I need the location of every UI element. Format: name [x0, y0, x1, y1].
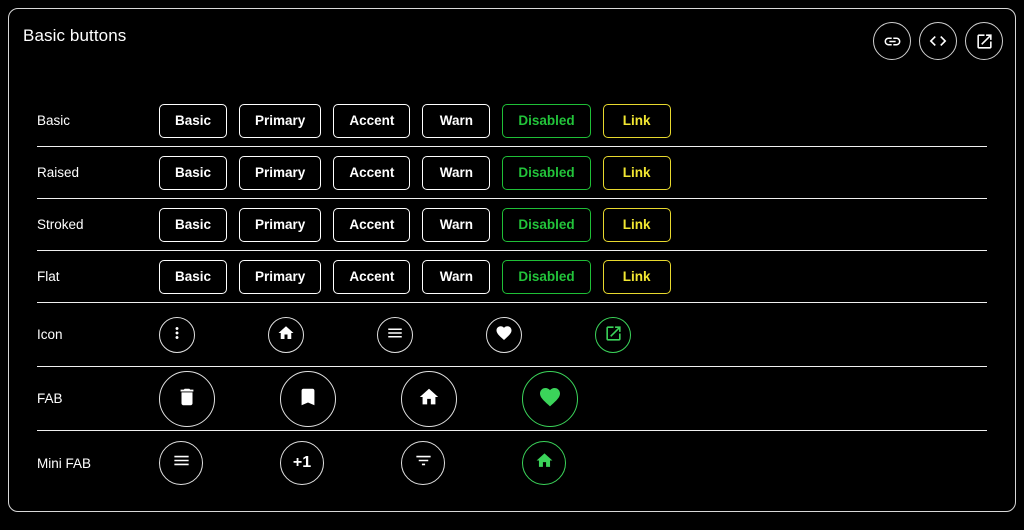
- menu-icon: [172, 451, 191, 475]
- icon-button-favorite[interactable]: [486, 316, 522, 353]
- stroked-button-disabled: Disabled: [502, 207, 591, 242]
- mini-fab-button-plus-one[interactable]: +1: [280, 441, 324, 485]
- open-in-new-icon: [604, 324, 623, 346]
- row-icon: Icon: [37, 303, 987, 367]
- bookmark-icon: [297, 386, 319, 411]
- basic-button-accent[interactable]: Accent: [333, 103, 411, 138]
- code-icon: [928, 31, 948, 51]
- flat-button-link[interactable]: Link: [602, 259, 671, 294]
- stroked-button-link[interactable]: Link: [602, 207, 671, 242]
- card-header: Basic buttons: [9, 9, 1015, 81]
- button-rows: Basic Basic Primary Accent Warn Disabled…: [9, 95, 1015, 495]
- favorite-icon: [495, 324, 513, 345]
- stroked-button-primary[interactable]: Primary: [239, 207, 322, 242]
- home-icon: [277, 324, 295, 345]
- flat-button-disabled: Disabled: [502, 259, 591, 294]
- row-stroked: Stroked Basic Primary Accent Warn Disabl…: [37, 199, 987, 251]
- icon-button-more-vert[interactable]: [159, 316, 195, 353]
- row-label-mini-fab: Mini FAB: [37, 455, 92, 471]
- fab-button-delete[interactable]: [159, 370, 215, 427]
- row-label-flat: Flat: [37, 269, 60, 284]
- fab-button-bookmark[interactable]: [280, 370, 336, 427]
- icon-slot: [486, 316, 595, 353]
- row-buttons-flat: Basic Primary Accent Warn Disabled Link: [159, 259, 987, 294]
- row-buttons-basic: Basic Primary Accent Warn Disabled Link: [159, 103, 987, 138]
- plus-one-icon: +1: [292, 454, 312, 471]
- row-label-basic: Basic: [37, 113, 71, 128]
- fab-slot: [401, 370, 522, 427]
- filter-list-icon: [414, 451, 433, 475]
- home-icon: [418, 386, 440, 411]
- flat-button-warn[interactable]: Warn: [422, 259, 491, 294]
- link-icon-button[interactable]: [873, 22, 911, 60]
- row-label-icon: Icon: [37, 327, 63, 342]
- raised-button-primary[interactable]: Primary: [239, 155, 322, 190]
- basic-button-primary[interactable]: Primary: [239, 103, 322, 138]
- row-raised: Raised Basic Primary Accent Warn Disable…: [37, 147, 987, 199]
- row-buttons-mini-fab: +1: [159, 441, 987, 485]
- basic-button-basic[interactable]: Basic: [159, 103, 228, 138]
- favorite-icon: [538, 385, 562, 412]
- mini-fab-button-menu[interactable]: [159, 441, 203, 485]
- raised-button-link[interactable]: Link: [602, 155, 671, 190]
- icon-slot: [268, 316, 377, 353]
- home-icon: [535, 451, 554, 475]
- link-icon: [883, 32, 902, 51]
- row-mini-fab: Mini FAB +1: [37, 431, 987, 495]
- icon-slot: [377, 316, 486, 353]
- basic-button-link[interactable]: Link: [602, 103, 671, 138]
- row-label-stroked: Stroked: [37, 217, 84, 232]
- mini-fab-slot: +1: [280, 441, 401, 485]
- basic-button-disabled: Disabled: [502, 103, 591, 138]
- fab-button-home[interactable]: [401, 370, 457, 427]
- fab-slot: [522, 370, 643, 427]
- header-actions: [873, 22, 1003, 60]
- row-buttons-raised: Basic Primary Accent Warn Disabled Link: [159, 155, 987, 190]
- row-buttons-stroked: Basic Primary Accent Warn Disabled Link: [159, 207, 987, 242]
- basic-buttons-card: Basic buttons Basic Basic Primary Accent…: [8, 8, 1016, 512]
- raised-button-disabled: Disabled: [502, 155, 591, 190]
- flat-button-primary[interactable]: Primary: [239, 259, 322, 294]
- flat-button-basic[interactable]: Basic: [159, 259, 228, 294]
- stroked-button-accent[interactable]: Accent: [333, 207, 411, 242]
- fab-button-favorite[interactable]: [522, 370, 578, 427]
- mini-fab-button-home[interactable]: [522, 441, 566, 485]
- icon-slot: [595, 316, 704, 353]
- code-icon-button[interactable]: [919, 22, 957, 60]
- icon-button-menu[interactable]: [377, 316, 413, 353]
- open-in-new-icon-button[interactable]: [965, 22, 1003, 60]
- icon-slot: [159, 316, 268, 353]
- mini-fab-button-filter-list[interactable]: [401, 441, 445, 485]
- icon-button-home[interactable]: [268, 316, 304, 353]
- icon-button-open-in-new[interactable]: [595, 316, 631, 353]
- more-vert-icon: [168, 324, 186, 345]
- row-buttons-fab: [159, 370, 987, 427]
- basic-button-warn[interactable]: Warn: [422, 103, 491, 138]
- fab-slot: [159, 370, 280, 427]
- mini-fab-slot: [522, 441, 643, 485]
- mini-fab-slot: [159, 441, 280, 485]
- raised-button-accent[interactable]: Accent: [333, 155, 411, 190]
- row-flat: Flat Basic Primary Accent Warn Disabled …: [37, 251, 987, 303]
- open-in-new-icon: [975, 32, 994, 51]
- row-basic: Basic Basic Primary Accent Warn Disabled…: [37, 95, 987, 147]
- menu-icon: [386, 324, 404, 345]
- page-title: Basic buttons: [23, 26, 127, 45]
- mini-fab-slot: [401, 441, 522, 485]
- row-label-raised: Raised: [37, 165, 80, 180]
- raised-button-warn[interactable]: Warn: [422, 155, 491, 190]
- raised-button-basic[interactable]: Basic: [159, 155, 228, 190]
- stroked-button-warn[interactable]: Warn: [422, 207, 491, 242]
- flat-button-accent[interactable]: Accent: [333, 259, 411, 294]
- delete-icon: [176, 386, 198, 411]
- row-buttons-icon: [159, 316, 987, 353]
- stroked-button-basic[interactable]: Basic: [159, 207, 228, 242]
- fab-slot: [280, 370, 401, 427]
- row-fab: FAB: [37, 367, 987, 431]
- row-label-fab: FAB: [37, 391, 63, 406]
